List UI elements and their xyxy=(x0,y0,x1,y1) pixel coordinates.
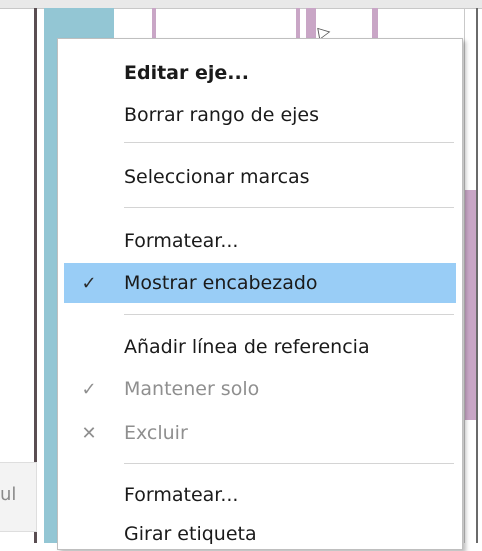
purple-bar xyxy=(306,8,316,38)
purple-bar xyxy=(464,190,476,420)
menu-separator xyxy=(124,314,454,315)
menu-item-label: Añadir línea de referencia xyxy=(124,336,370,358)
menu-item-edit-axis[interactable]: Editar eje... xyxy=(64,53,456,93)
purple-bar xyxy=(296,8,300,38)
close-icon: ✕ xyxy=(81,422,97,444)
menu-separator xyxy=(124,463,454,464)
menu-item-clear-axis-range[interactable]: Borrar rango de ejes xyxy=(64,95,456,135)
menu-item-label: Formatear... xyxy=(124,230,239,252)
menu-item-keep-only[interactable]: ✓ Mantener solo xyxy=(64,369,456,409)
context-menu: Editar eje... Borrar rango de ejes Selec… xyxy=(57,38,463,550)
menu-item-format-label[interactable]: Formatear... xyxy=(64,475,456,515)
menu-item-label: Excluir xyxy=(124,422,188,444)
menu-item-rotate-label[interactable]: Girar etiqueta xyxy=(64,517,456,551)
menu-item-format[interactable]: Formatear... xyxy=(64,221,456,261)
side-label: ul xyxy=(0,484,17,505)
check-icon: ✓ xyxy=(81,378,97,400)
menu-item-label: Mantener solo xyxy=(124,378,260,400)
menu-item-label: Mostrar encabezado xyxy=(124,272,318,294)
menu-item-select-marks[interactable]: Seleccionar marcas xyxy=(64,157,456,197)
menu-item-label: Seleccionar marcas xyxy=(124,166,310,188)
menu-item-show-header[interactable]: ✓ Mostrar encabezado xyxy=(64,263,456,303)
menu-item-exclude[interactable]: ✕ Excluir xyxy=(64,413,456,453)
check-icon: ✓ xyxy=(81,272,97,294)
divider-line xyxy=(476,8,478,543)
menu-item-label: Borrar rango de ejes xyxy=(124,104,320,126)
purple-bar xyxy=(372,8,378,38)
menu-separator xyxy=(124,142,454,143)
menu-item-add-reference-line[interactable]: Añadir línea de referencia xyxy=(64,327,456,367)
menu-item-label: Girar etiqueta xyxy=(124,523,257,545)
menu-item-label: Editar eje... xyxy=(124,62,249,84)
purple-bar xyxy=(152,8,156,38)
menu-separator xyxy=(124,207,454,208)
menu-item-label: Formatear... xyxy=(124,484,239,506)
divider-line xyxy=(464,8,465,543)
